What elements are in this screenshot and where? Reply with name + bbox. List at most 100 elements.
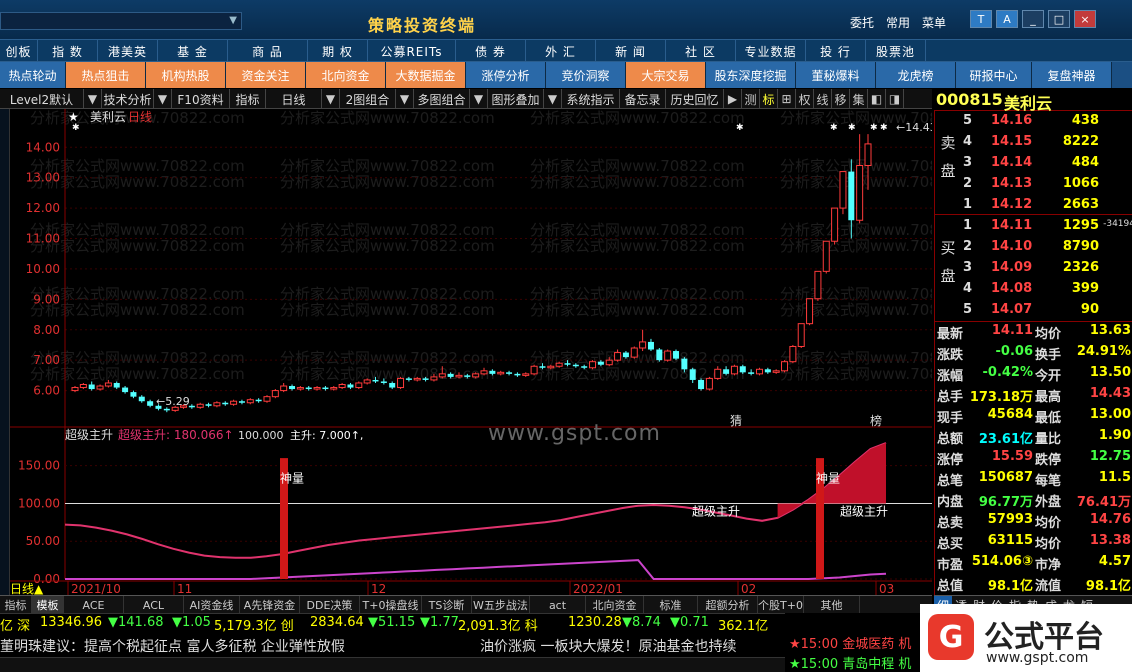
- menu-item-bond[interactable]: 债 券: [456, 40, 526, 62]
- stat-7: 总笔 150687: [937, 470, 1033, 489]
- feature-big-data[interactable]: 大数据掘金: [386, 62, 466, 88]
- alert-item[interactable]: ★15:00 金城医药 机: [789, 633, 911, 652]
- dropdown-arrow-icon[interactable]: ▼: [544, 89, 562, 109]
- dropdown-arrow-icon[interactable]: ▼: [84, 89, 102, 109]
- candle-body: [138, 396, 145, 402]
- tab-other[interactable]: 其他: [804, 596, 860, 614]
- event-marker: 榜: [870, 413, 882, 428]
- toolbar-tech-analysis[interactable]: 技术分析: [102, 89, 154, 109]
- menu-item-news[interactable]: 新 闻: [596, 40, 666, 62]
- mode-select[interactable]: ▼: [0, 12, 242, 30]
- feature-hot-rotation[interactable]: 热点轮动: [0, 62, 66, 88]
- chart-area[interactable]: 分析家公式网www.70822.com 分析家公式网www.70822.com 分析…: [10, 109, 932, 595]
- menu-item-chinext[interactable]: 创板: [0, 40, 38, 62]
- toolbar-daily[interactable]: 日线: [266, 89, 322, 109]
- tab-act[interactable]: act: [530, 596, 586, 614]
- panel-right-icon[interactable]: ◨: [886, 89, 904, 109]
- candle-body: [848, 171, 855, 221]
- feature-northbound[interactable]: 北向资金: [306, 62, 386, 88]
- tab-template[interactable]: 模板: [32, 596, 64, 614]
- dropdown-arrow-icon[interactable]: ▼: [154, 89, 172, 109]
- toolbar-overlay[interactable]: 图形叠加: [488, 89, 544, 109]
- title-link-menu[interactable]: 菜单: [922, 14, 946, 31]
- menu-item-pro-data[interactable]: 专业数据: [736, 40, 806, 62]
- menu-item-community[interactable]: 社 区: [666, 40, 736, 62]
- maximize-icon[interactable]: □: [1048, 10, 1070, 28]
- y-tick-label: 13.00: [26, 171, 60, 185]
- tab-northbound[interactable]: 北向资金: [586, 596, 644, 614]
- line-icon[interactable]: 线: [814, 89, 832, 109]
- tab-ts[interactable]: TS诊断: [422, 596, 472, 614]
- tab-standard[interactable]: 标准: [644, 596, 698, 614]
- tab-ai-fund-line[interactable]: AI资金线: [184, 596, 240, 614]
- tab-pioneer-fund[interactable]: A先锋资金: [240, 596, 300, 614]
- feature-auction[interactable]: 竞价洞察: [546, 62, 626, 88]
- tab-dde[interactable]: DDE决策: [300, 596, 360, 614]
- grid-icon[interactable]: ⊞: [778, 89, 796, 109]
- title-link-trade[interactable]: 委托: [850, 14, 874, 31]
- menu-item-investment-bank[interactable]: 投 行: [806, 40, 866, 62]
- tab-five-step[interactable]: W五步战法: [472, 596, 530, 614]
- candle-body: [506, 372, 513, 374]
- toolbar-f10[interactable]: F10资料: [172, 89, 230, 109]
- feature-hot-snipe[interactable]: 热点狙击: [66, 62, 146, 88]
- stat-9: 总卖 57993: [937, 512, 1033, 531]
- dropdown-arrow-icon[interactable]: ▼: [396, 89, 414, 109]
- tab-acl[interactable]: ACL: [124, 596, 184, 614]
- alert-item[interactable]: ★15:00 青岛中程 机: [789, 653, 911, 672]
- menu-item-commodity[interactable]: 商 品: [228, 40, 308, 62]
- low-price-label: ←5.29: [156, 395, 190, 408]
- menu-item-reits[interactable]: 公募REITs: [368, 40, 456, 62]
- tab-t0-line[interactable]: T+0操盘线: [360, 596, 422, 614]
- dropdown-arrow-icon[interactable]: ▼: [322, 89, 340, 109]
- tab-excess[interactable]: 超额分析: [698, 596, 758, 614]
- toolbar-level2[interactable]: Level2默认: [0, 89, 84, 109]
- right-adjust-icon[interactable]: 权: [796, 89, 814, 109]
- toolbar-history[interactable]: 历史回忆: [666, 89, 724, 109]
- x-tick-label: 02: [741, 582, 756, 595]
- feature-shareholder[interactable]: 股东深度挖掘: [706, 62, 796, 88]
- feature-institution-hot[interactable]: 机构热股: [146, 62, 226, 88]
- toolbar-system-indicator[interactable]: 系统指示: [562, 89, 620, 109]
- toolbar-multi-chart[interactable]: 多图组合: [414, 89, 470, 109]
- toolbar-two-chart[interactable]: 2图组合: [340, 89, 396, 109]
- tab-ace[interactable]: ACE: [64, 596, 124, 614]
- menu-item-hk-us[interactable]: 港美英: [98, 40, 158, 62]
- toolbar-indicator[interactable]: 指标: [230, 89, 266, 109]
- title-link-common[interactable]: 常用: [886, 14, 910, 31]
- measure-icon[interactable]: 测: [742, 89, 760, 109]
- feature-research[interactable]: 研报中心: [956, 62, 1032, 88]
- menu-item-index[interactable]: 指 数: [38, 40, 98, 62]
- menu-item-stock-pool[interactable]: 股票池: [866, 40, 926, 62]
- menu-item-option[interactable]: 期 权: [308, 40, 368, 62]
- close-icon[interactable]: ×: [1074, 10, 1096, 28]
- mark-icon[interactable]: 标: [760, 89, 778, 109]
- font-icon[interactable]: A: [996, 10, 1018, 28]
- toolbar-memo[interactable]: 备忘录: [620, 89, 666, 109]
- feature-limit-up[interactable]: 涨停分析: [466, 62, 546, 88]
- gspt-logo: G 公式平台 www.gspt.com: [920, 604, 1132, 672]
- menu-item-forex[interactable]: 外 汇: [526, 40, 596, 62]
- background-watermark: 分析家公式网www.70822.com: [280, 365, 495, 383]
- play-icon[interactable]: ▶: [724, 89, 742, 109]
- feature-fund-focus[interactable]: 资金关注: [226, 62, 306, 88]
- news-item[interactable]: 董明珠建议：提高个税起征点 富人多征税 企业弹性放假: [0, 636, 345, 656]
- feature-dragon-tiger[interactable]: 龙虎榜: [876, 62, 956, 88]
- tab-t0-stock[interactable]: 个股T+0: [758, 596, 804, 614]
- menu-item-fund[interactable]: 基 金: [158, 40, 228, 62]
- text-icon[interactable]: T: [970, 10, 992, 28]
- news-item[interactable]: 油价涨疯 一板块大爆发！原油基金也持续: [480, 636, 736, 656]
- candle-body: [856, 165, 864, 221]
- feature-secretary[interactable]: 董秘爆料: [796, 62, 876, 88]
- minimize-icon[interactable]: _: [1022, 10, 1044, 28]
- move-icon[interactable]: 移: [832, 89, 850, 109]
- feature-review[interactable]: 复盘神器: [1032, 62, 1112, 88]
- news-bar[interactable]: 董明珠建议：提高个税起征点 富人多征税 企业弹性放假 油价涨疯 一板块大爆发！原…: [0, 633, 785, 657]
- set-icon[interactable]: 集: [850, 89, 868, 109]
- left-view-strip[interactable]: [0, 109, 10, 597]
- kline-chart[interactable]: 分析家公式网www.70822.com 分析家公式网www.70822.com 分析…: [10, 109, 932, 595]
- feature-block-trade[interactable]: 大宗交易: [626, 62, 706, 88]
- tab-indicator[interactable]: 指标: [0, 596, 32, 614]
- dropdown-arrow-icon[interactable]: ▼: [470, 89, 488, 109]
- panel-left-icon[interactable]: ◧: [868, 89, 886, 109]
